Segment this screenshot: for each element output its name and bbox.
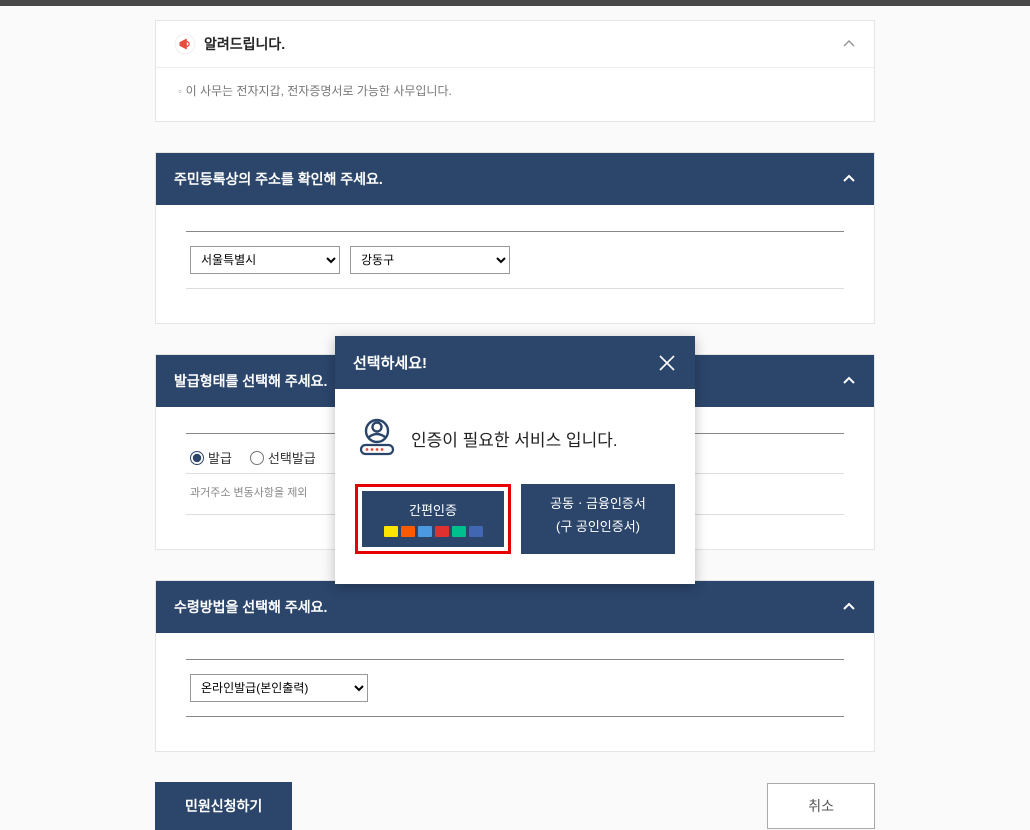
auth-modal-header: 선택하세요! — [335, 336, 695, 389]
issue-radio-full-input[interactable] — [190, 451, 204, 465]
address-section-title: 주민등록상의 주소를 확인해 주세요. — [174, 171, 383, 187]
city-select[interactable]: 서울특별시 — [190, 246, 340, 274]
bottom-actions: 민원신청하기 취소 — [155, 782, 875, 830]
cert-auth-label-2: (구 공인인증서) — [556, 519, 640, 536]
notice-card: 알려드립니다. 이 사무는 전자지갑, 전자증명서로 가능한 사무입니다. — [155, 20, 875, 122]
method-section-header: 수령방법을 선택해 주세요. — [156, 581, 874, 633]
notice-header: 알려드립니다. — [156, 21, 874, 68]
district-select[interactable]: 강동구 — [350, 246, 510, 274]
issue-radio-select-label: 선택발급 — [268, 448, 316, 467]
submit-button[interactable]: 민원신청하기 — [155, 782, 292, 830]
notice-bullet: 이 사무는 전자지갑, 전자증명서로 가능한 사무입니다. — [178, 82, 852, 99]
address-field-row: 서울특별시 강동구 — [186, 231, 844, 289]
cert-auth-label-1: 공동ㆍ금융인증서 — [550, 496, 646, 513]
method-section-title: 수령방법을 선택해 주세요. — [174, 599, 327, 615]
address-section-header: 주민등록상의 주소를 확인해 주세요. — [156, 153, 874, 205]
auth-message: 인증이 필요한 서비스 입니다. — [411, 426, 618, 451]
notice-collapse-toggle[interactable] — [842, 37, 856, 51]
issue-collapse-toggle[interactable] — [842, 374, 856, 388]
auth-modal-body: 인증이 필요한 서비스 입니다. 간편인증 공동ㆍ금융인증서 (구 공인인증서) — [335, 389, 695, 584]
method-card: 수령방법을 선택해 주세요. 온라인발급(본인출력) — [155, 580, 875, 752]
method-collapse-toggle[interactable] — [842, 600, 856, 614]
method-select[interactable]: 온라인발급(본인출력) — [190, 674, 368, 702]
address-section-body: 서울특별시 강동구 — [156, 205, 874, 323]
auth-message-row: 인증이 필요한 서비스 입니다. — [355, 415, 675, 462]
address-collapse-toggle[interactable] — [842, 172, 856, 186]
user-auth-icon — [355, 415, 399, 462]
issue-radio-select-input[interactable] — [250, 451, 264, 465]
issue-radio-select[interactable]: 선택발급 — [250, 448, 316, 467]
method-section-body: 온라인발급(본인출력) — [156, 633, 874, 751]
close-icon[interactable] — [657, 353, 677, 373]
method-row: 온라인발급(본인출력) — [186, 659, 844, 717]
auth-modal: 선택하세요! 인 — [335, 336, 695, 584]
auth-buttons: 간편인증 공동ㆍ금융인증서 (구 공인인증서) — [355, 484, 675, 554]
simple-auth-label: 간편인증 — [409, 503, 457, 520]
issue-radio-full-label: 발급 — [208, 448, 232, 467]
issue-section-title: 발급형태를 선택해 주세요. — [174, 373, 327, 389]
cancel-button[interactable]: 취소 — [767, 783, 875, 829]
simple-auth-button[interactable]: 간편인증 — [362, 491, 504, 547]
cert-auth-button[interactable]: 공동ㆍ금융인증서 (구 공인인증서) — [521, 484, 675, 554]
page-container: 알려드립니다. 이 사무는 전자지갑, 전자증명서로 가능한 사무입니다. 주민… — [155, 6, 875, 830]
auth-modal-title: 선택하세요! — [353, 352, 427, 373]
megaphone-icon — [174, 33, 196, 55]
simple-auth-highlight: 간편인증 — [355, 484, 511, 554]
notice-title: 알려드립니다. — [204, 34, 285, 54]
notice-body: 이 사무는 전자지갑, 전자증명서로 가능한 사무입니다. — [156, 68, 874, 121]
simple-auth-provider-icons — [384, 526, 483, 537]
issue-radio-full[interactable]: 발급 — [190, 448, 232, 467]
address-card: 주민등록상의 주소를 확인해 주세요. 서울특별시 강동구 — [155, 152, 875, 324]
